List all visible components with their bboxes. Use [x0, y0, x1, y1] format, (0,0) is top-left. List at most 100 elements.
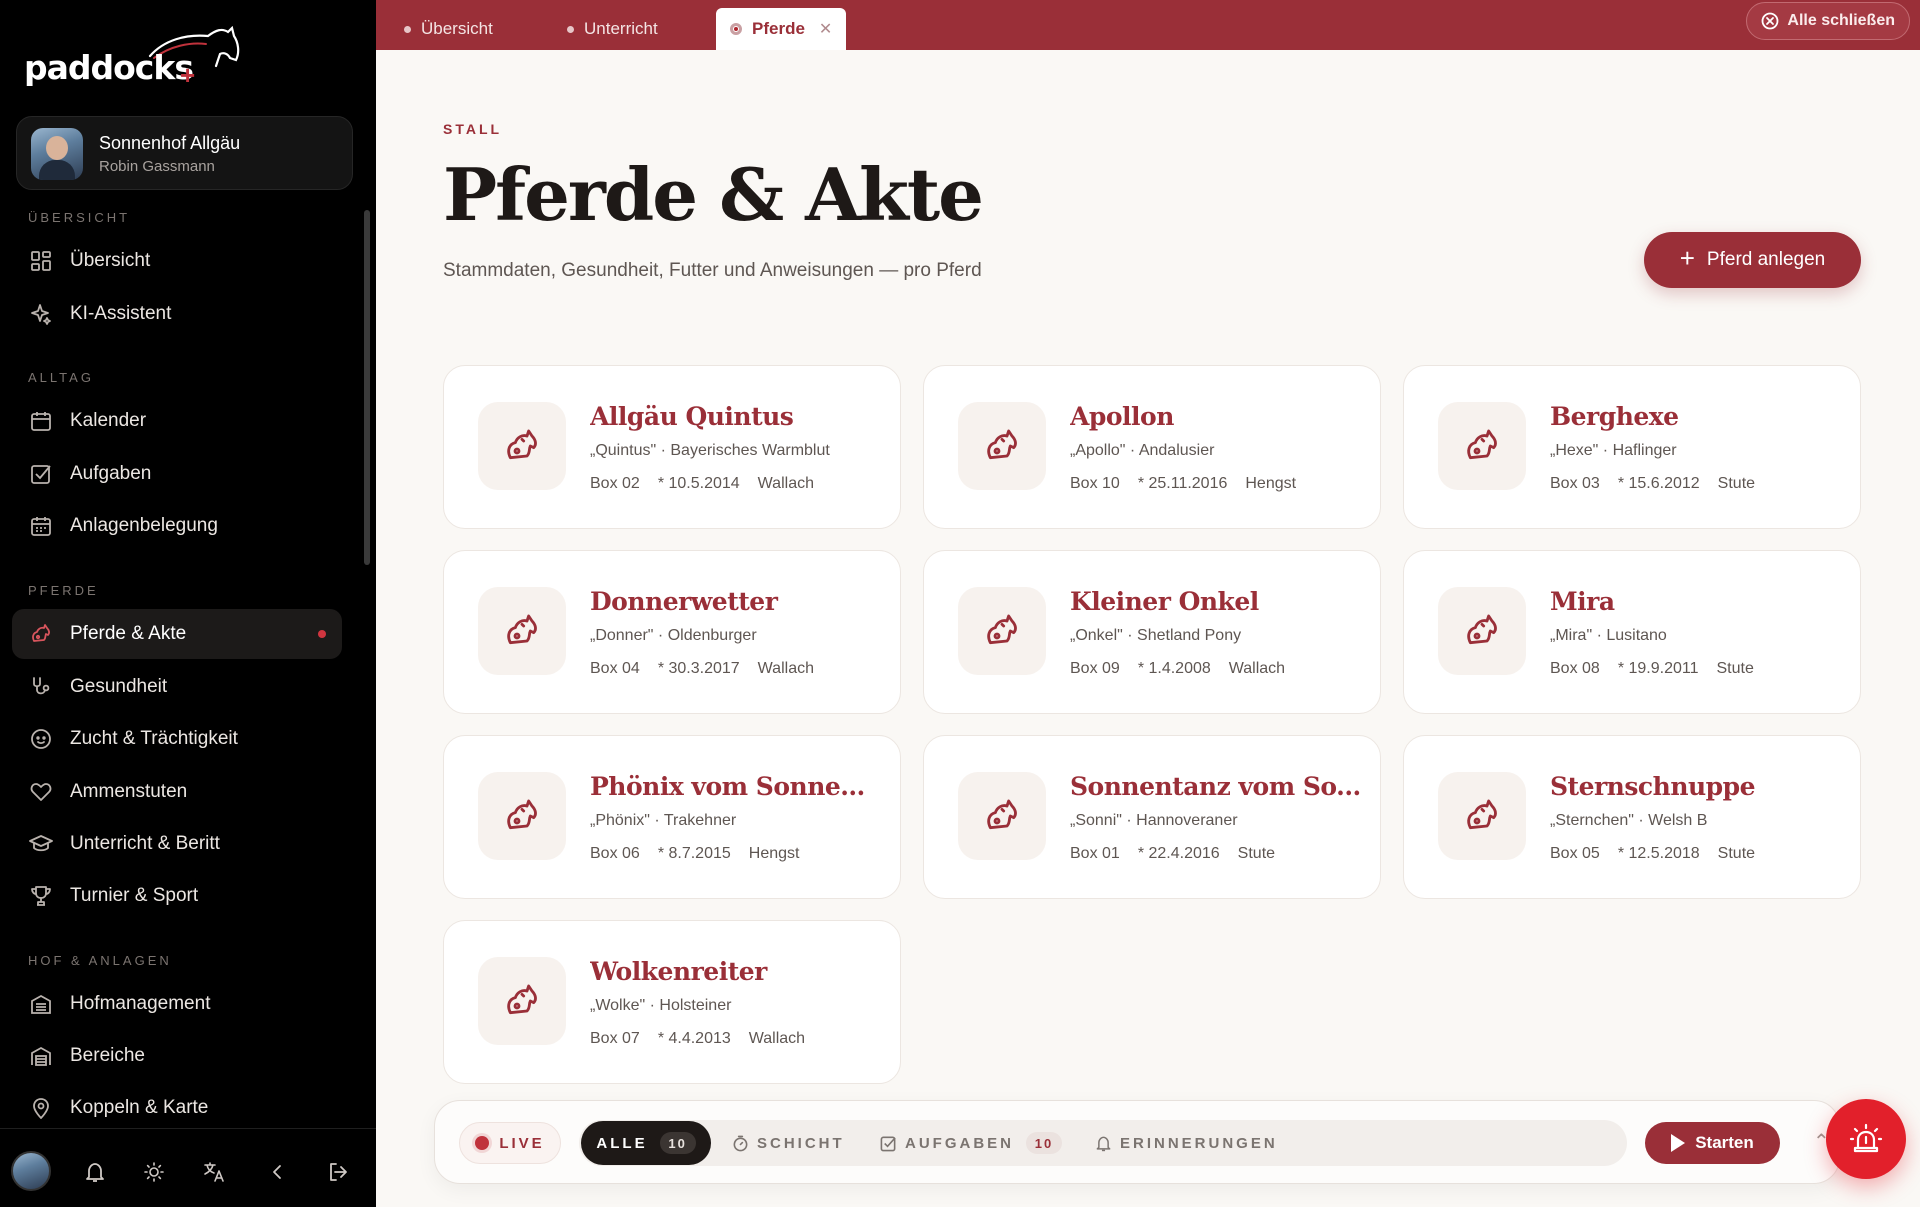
sidebar-item-unterricht[interactable]: Unterricht & Beritt	[12, 819, 342, 869]
stethoscope-icon	[28, 674, 54, 700]
horse-card[interactable]: Allgäu Quintus „Quintus" · Bayerisches W…	[443, 365, 901, 529]
horse-birthdate: * 15.6.2012	[1617, 475, 1700, 492]
building-icon	[28, 991, 54, 1017]
horse-name: Mira	[1550, 587, 1615, 616]
horse-name: Donnerwetter	[590, 587, 778, 616]
sidebar-item-kalender[interactable]: Kalender	[12, 396, 342, 446]
checkbox-icon	[28, 461, 54, 487]
horse-card[interactable]: Kleiner Onkel „Onkel" · Shetland Pony Bo…	[923, 550, 1381, 714]
tab-uebersicht[interactable]: Übersicht	[404, 8, 493, 50]
live-toggle[interactable]: LIVE	[459, 1122, 561, 1164]
sidebar-item-ki-assistent[interactable]: KI-Assistent	[12, 289, 342, 339]
sidebar-item-ammenstuten[interactable]: Ammenstuten	[12, 767, 342, 817]
warehouse-icon	[28, 1043, 54, 1069]
tab-pferde[interactable]: Pferde ✕	[716, 8, 847, 50]
horse-box: Box 02	[590, 475, 640, 492]
sidebar-item-koppeln[interactable]: Koppeln & Karte	[12, 1083, 342, 1133]
horse-card[interactable]: Mira „Mira" · Lusitano Box 08 * 19.9.201…	[1403, 550, 1861, 714]
horse-box: Box 05	[1550, 845, 1600, 862]
add-horse-label: Pferd anlegen	[1706, 249, 1826, 270]
logout-icon[interactable]	[323, 1157, 353, 1187]
graduation-cap-icon	[28, 831, 54, 857]
user-avatar[interactable]	[11, 1151, 51, 1191]
horse-card[interactable]: Donnerwetter „Donner" · Oldenburger Box …	[443, 550, 901, 714]
horse-icon	[1438, 587, 1526, 675]
baby-icon	[28, 726, 54, 752]
close-all-button[interactable]: Alle schließen	[1746, 2, 1910, 40]
horse-name: Berghexe	[1550, 402, 1679, 431]
sidebar-item-uebersicht[interactable]: Übersicht	[12, 236, 342, 286]
close-icon[interactable]: ✕	[819, 19, 832, 39]
sidebar-item-label: Hofmanagement	[70, 993, 211, 1014]
horse-nickname-breed: „Wolke" · Holsteiner	[590, 997, 732, 1014]
filter-tasks[interactable]: AUFGABEN 10	[880, 1121, 1062, 1165]
horse-card[interactable]: Wolkenreiter „Wolke" · Holsteiner Box 07…	[443, 920, 901, 1084]
filter-all-count: 10	[659, 1132, 696, 1154]
horse-birthdate: * 19.9.2011	[1617, 660, 1699, 677]
horse-icon	[1438, 402, 1526, 490]
filter-shift[interactable]: SCHICHT	[732, 1121, 845, 1165]
horse-box: Box 03	[1550, 475, 1600, 492]
horse-nickname-breed: „Mira" · Lusitano	[1550, 627, 1667, 644]
filter-all[interactable]: ALLE 10	[581, 1121, 711, 1165]
translate-icon[interactable]	[200, 1157, 230, 1187]
bell-icon[interactable]	[80, 1157, 110, 1187]
close-all-label: Alle schließen	[1787, 12, 1895, 29]
filter-reminders[interactable]: ERINNERUNGEN	[1095, 1121, 1278, 1165]
sun-icon[interactable]	[139, 1157, 169, 1187]
horse-box: Box 06	[590, 845, 640, 862]
sidebar-item-label: Turnier & Sport	[70, 885, 199, 906]
add-horse-button[interactable]: + Pferd anlegen	[1644, 232, 1861, 288]
siren-icon	[1849, 1123, 1883, 1153]
horse-birthdate: * 22.4.2016	[1137, 845, 1220, 862]
horse-name: Phönix vom Sonnen...	[590, 772, 882, 801]
horse-nickname-breed: „Sonni" · Hannoveraner	[1070, 812, 1238, 829]
horse-meta: Box 10 * 25.11.2016 Hengst	[1070, 475, 1296, 493]
account-avatar	[31, 128, 83, 180]
account-switcher[interactable]: Sonnenhof Allgäu Robin Gassmann	[16, 116, 353, 190]
horse-meta: Box 01 * 22.4.2016 Stute	[1070, 845, 1275, 863]
chevron-left-icon[interactable]	[262, 1157, 292, 1187]
horse-card[interactable]: Berghexe „Hexe" · Haflinger Box 03 * 15.…	[1403, 365, 1861, 529]
active-indicator-dot	[318, 630, 326, 638]
filter-reminders-label: ERINNERUNGEN	[1120, 1134, 1278, 1152]
sidebar-item-label: Aufgaben	[70, 463, 152, 484]
horse-icon	[478, 957, 566, 1045]
horse-sex: Stute	[1717, 475, 1756, 492]
sidebar-scrollbar[interactable]	[364, 210, 370, 565]
horse-name: Allgäu Quintus	[590, 402, 794, 431]
horse-meta: Box 08 * 19.9.2011 Stute	[1550, 660, 1754, 678]
horse-sex: Wallach	[757, 475, 814, 492]
sidebar-item-label: KI-Assistent	[70, 303, 172, 324]
sidebar-item-gesundheit[interactable]: Gesundheit	[12, 662, 342, 712]
sidebar-item-label: Unterricht & Beritt	[70, 833, 220, 854]
sidebar-item-anlagenbelegung[interactable]: Anlagenbelegung	[12, 501, 342, 551]
horse-box: Box 07	[590, 1030, 640, 1047]
sidebar-item-zucht[interactable]: Zucht & Trächtigkeit	[12, 714, 342, 764]
sidebar-item-hofmanagement[interactable]: Hofmanagement	[12, 979, 342, 1029]
sidebar-item-bereiche[interactable]: Bereiche	[12, 1031, 342, 1081]
sidebar: paddocks + Sonnenhof Allgäu Robin Gassma…	[0, 0, 376, 1207]
horse-meta: Box 02 * 10.5.2014 Wallach	[590, 475, 814, 493]
filter-tasks-label: AUFGABEN	[905, 1134, 1014, 1152]
sidebar-item-aufgaben[interactable]: Aufgaben	[12, 449, 342, 499]
sidebar-item-turnier[interactable]: Turnier & Sport	[12, 871, 342, 921]
horse-card[interactable]: Sonnentanz vom So... „Sonni" · Hannovera…	[923, 735, 1381, 899]
plus-icon: +	[1679, 243, 1695, 273]
live-label: LIVE	[499, 1134, 545, 1152]
horse-icon	[478, 402, 566, 490]
filter-all-label: ALLE	[596, 1134, 648, 1152]
sidebar-item-label: Bereiche	[70, 1045, 145, 1066]
horse-icon	[958, 402, 1046, 490]
sidebar-item-pferde-akte[interactable]: Pferde & Akte	[12, 609, 342, 659]
logo[interactable]: paddocks +	[24, 26, 240, 90]
start-label: Starten	[1695, 1133, 1754, 1152]
start-button[interactable]: Starten	[1645, 1122, 1780, 1164]
horse-card[interactable]: Apollon „Apollo" · Andalusier Box 10 * 2…	[923, 365, 1381, 529]
horse-card[interactable]: Phönix vom Sonnen... „Phönix" · Trakehne…	[443, 735, 901, 899]
horse-card[interactable]: Sternschnuppe „Sternchen" · Welsh B Box …	[1403, 735, 1861, 899]
tab-bar: Übersicht Unterricht Pferde ✕ Alle schli…	[376, 0, 1920, 50]
horse-sex: Wallach	[757, 660, 814, 677]
tab-unterricht[interactable]: Unterricht	[567, 8, 658, 50]
emergency-alarm-button[interactable]	[1826, 1099, 1906, 1179]
